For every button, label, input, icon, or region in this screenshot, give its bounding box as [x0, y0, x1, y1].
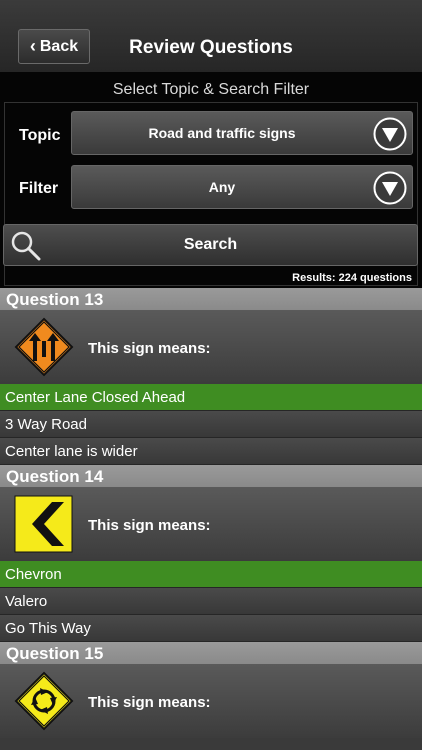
answer-option[interactable]: Center lane is wider [0, 438, 422, 465]
question-prompt: This sign means: [88, 340, 211, 357]
question-title: Question 15 [0, 642, 422, 664]
topic-label: Topic [19, 127, 61, 144]
question-body[interactable]: This sign means: [0, 664, 422, 738]
question-prompt: This sign means: [88, 517, 211, 534]
answer-option-correct[interactable]: Center Lane Closed Ahead [0, 384, 422, 411]
navigation-bar: ‹ Back Review Questions [0, 0, 422, 72]
topic-select[interactable]: Road and traffic signs [71, 111, 413, 155]
question-body[interactable]: This sign means: [0, 487, 422, 561]
filter-value: Any [208, 179, 236, 195]
topic-value: Road and traffic signs [148, 125, 296, 141]
question-item: Question 13 This sign means: Center Lane… [0, 288, 422, 465]
search-button-label: Search [183, 236, 238, 253]
page-title: Review Questions [129, 37, 293, 58]
question-item: Question 14 This sign means: Chevron Val… [0, 465, 422, 642]
filter-select[interactable]: Any [71, 165, 413, 209]
answer-option[interactable]: Valero [0, 588, 422, 615]
answer-option[interactable]: Go This Way [0, 615, 422, 642]
question-title: Question 14 [0, 465, 422, 487]
question-title: Question 13 [0, 288, 422, 310]
question-list: Question 13 This sign means: Center Lane… [0, 288, 422, 738]
dropdown-arrow-icon[interactable] [373, 171, 407, 205]
search-button[interactable]: Search [3, 224, 418, 266]
answer-option-correct[interactable]: Chevron [0, 561, 422, 588]
chevron-sign-icon [14, 495, 73, 553]
filter-label: Filter [19, 180, 59, 197]
question-item: Question 15 This sign means: [0, 642, 422, 738]
filter-panel: Select Topic & Search Filter Topic Road … [0, 72, 422, 288]
filter-heading: Select Topic & Search Filter [112, 81, 310, 98]
dropdown-arrow-icon[interactable] [373, 117, 407, 151]
answer-option[interactable]: 3 Way Road [0, 411, 422, 438]
search-icon [11, 231, 41, 261]
center-lane-closed-sign-icon [14, 317, 74, 377]
question-prompt: This sign means: [88, 694, 211, 711]
question-body[interactable]: This sign means: [0, 310, 422, 384]
results-count: Results: 224 questions [292, 272, 412, 284]
roundabout-sign-icon [14, 671, 74, 731]
